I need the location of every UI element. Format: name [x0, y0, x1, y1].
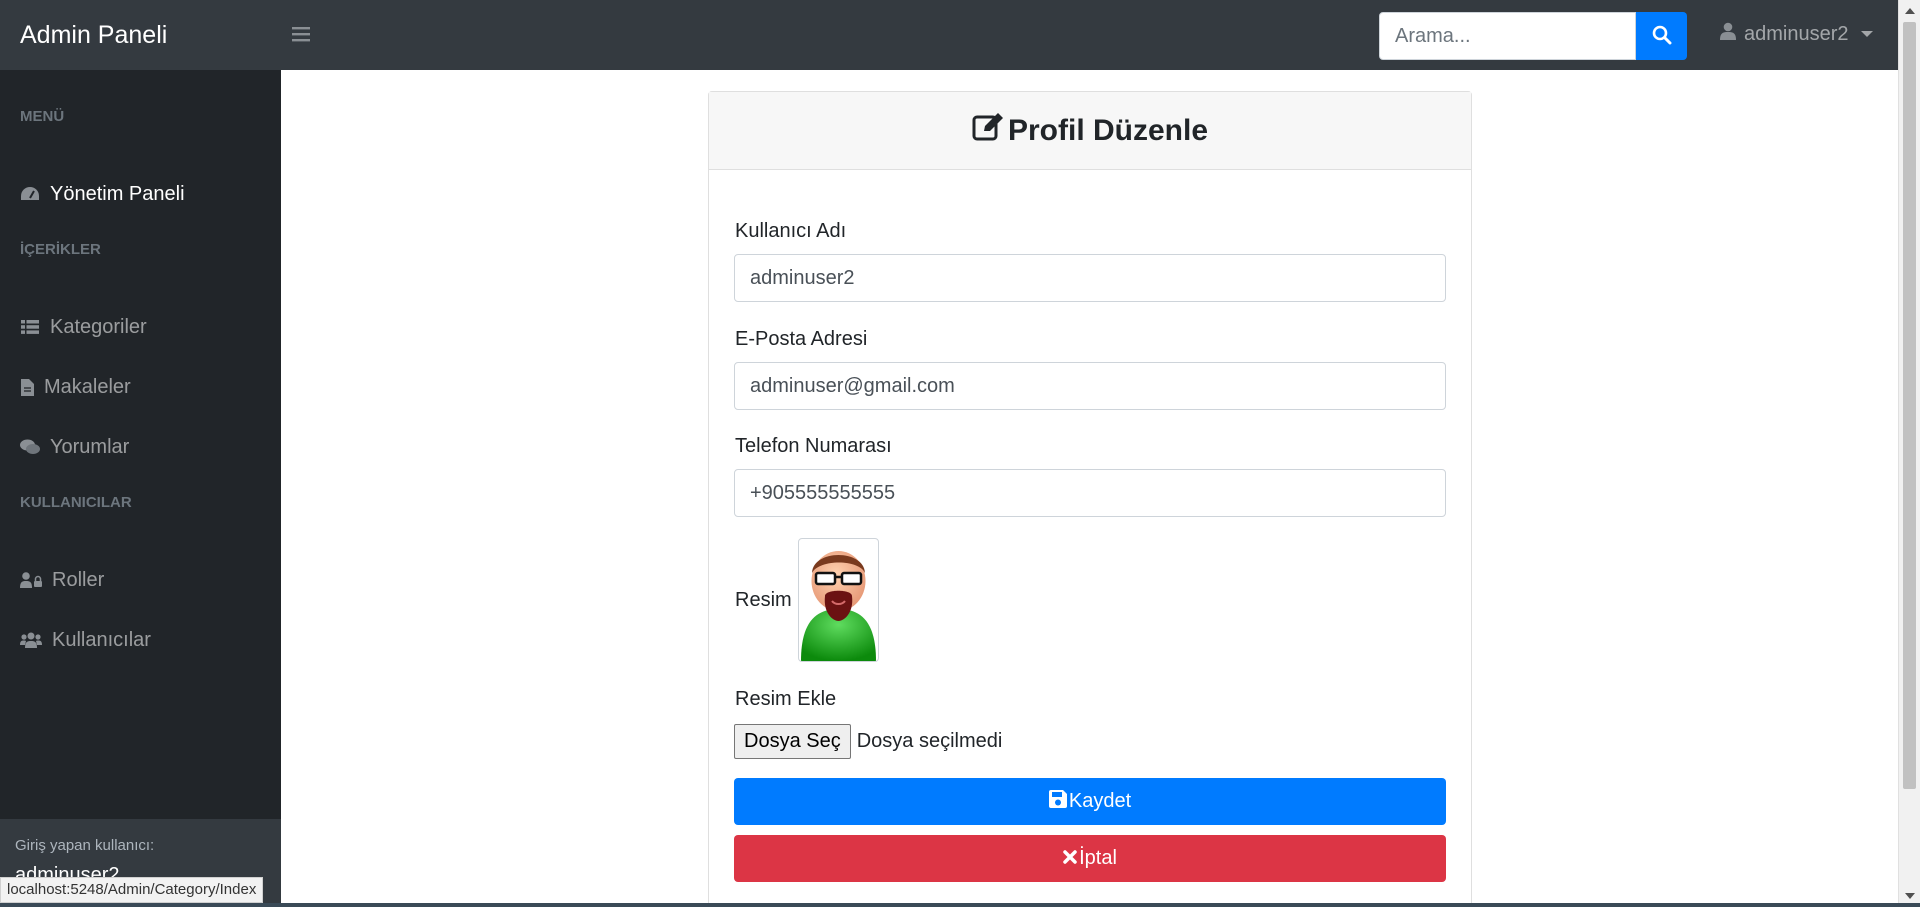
sidebar-item-label: Kullanıcılar [52, 628, 151, 651]
choose-file-button[interactable]: Dosya Seç [734, 724, 851, 759]
title-text: Profil Düzenle [1007, 113, 1209, 147]
sidebar-heading-contents: İÇERİKLER [20, 241, 101, 258]
phone-label: Telefon Numarası [735, 435, 892, 457]
save-icon [1048, 789, 1067, 814]
logged-in-label: Giriş yapan kullanıcı: [15, 837, 155, 854]
user-icon [1720, 22, 1736, 46]
status-url-tooltip: localhost:5248/Admin/Category/Index [0, 877, 264, 903]
email-field[interactable] [734, 362, 1446, 410]
user-name: adminuser2 [1744, 22, 1849, 45]
scrollbar[interactable] [1898, 0, 1920, 907]
edit-icon [972, 112, 1004, 150]
add-image-label: Resim Ekle [735, 688, 837, 710]
sidebar-item-users[interactable]: Kullanıcılar [0, 620, 281, 660]
sidebar-item-label: Makaleler [44, 375, 131, 398]
close-icon [1063, 847, 1077, 870]
image-label: Resim [735, 588, 792, 611]
search-icon [1652, 25, 1672, 48]
file-input: Dosya Seç Dosya seçilmedi [734, 724, 1002, 759]
bottom-edge [0, 903, 1920, 907]
scroll-thumb[interactable] [1903, 22, 1916, 789]
save-label: Kaydet [1068, 790, 1132, 812]
card-header: Profil Düzenle [709, 92, 1471, 170]
sidebar-item-label: Roller [52, 568, 105, 591]
cancel-label: İptal [1079, 847, 1117, 869]
table-list-icon [20, 317, 40, 337]
users-icon [20, 630, 42, 650]
sidebar-item-categories[interactable]: Kategoriler [0, 307, 281, 347]
cancel-button[interactable]: İptal [734, 835, 1446, 882]
username-field[interactable] [734, 254, 1446, 302]
search-input[interactable] [1379, 12, 1636, 60]
chevron-down-icon [1860, 31, 1873, 37]
sidebar-heading-users: KULLANICILAR [20, 494, 132, 511]
profile-edit-card: Profil Düzenle Kullanıcı Adı E-Posta Adr… [708, 91, 1472, 907]
sidebar-item-articles[interactable]: Makaleler [0, 367, 281, 407]
sidebar-item-label: Yorumlar [50, 435, 130, 458]
comments-icon [20, 437, 40, 457]
sidebar-item-label: Kategoriler [50, 315, 147, 338]
scroll-up-icon[interactable] [1905, 8, 1915, 14]
page-title: Profil Düzenle [972, 112, 1208, 150]
sidebar-item-comments[interactable]: Yorumlar [0, 427, 281, 467]
brand-title[interactable]: Admin Paneli [20, 21, 280, 50]
sidebar-item-roles[interactable]: Roller [0, 560, 281, 600]
search-form [1379, 12, 1687, 60]
sidebar-heading-menu: MENÜ [20, 108, 65, 125]
save-button[interactable]: Kaydet [734, 778, 1446, 825]
username-label: Kullanıcı Adı [735, 220, 847, 242]
scroll-down-icon[interactable] [1905, 893, 1915, 899]
email-label: E-Posta Adresi [735, 328, 868, 350]
user-lock-icon [20, 570, 42, 590]
sidebar-toggle-icon[interactable] [292, 21, 310, 49]
file-icon [20, 377, 34, 397]
sidebar-item-label: Yönetim Paneli [50, 182, 185, 205]
user-dropdown[interactable]: adminuser2 [1720, 22, 1873, 46]
file-status: Dosya seçilmedi [856, 730, 1003, 752]
sidebar-item-dashboard[interactable]: Yönetim Paneli [0, 174, 281, 214]
dashboard-icon [20, 184, 40, 204]
image-row: Resim [735, 538, 879, 662]
avatar [797, 538, 879, 662]
sidebar: MENÜ Yönetim Paneli İÇERİKLER Kategorile… [0, 70, 281, 907]
search-button[interactable] [1636, 12, 1687, 60]
phone-field[interactable] [734, 469, 1446, 517]
